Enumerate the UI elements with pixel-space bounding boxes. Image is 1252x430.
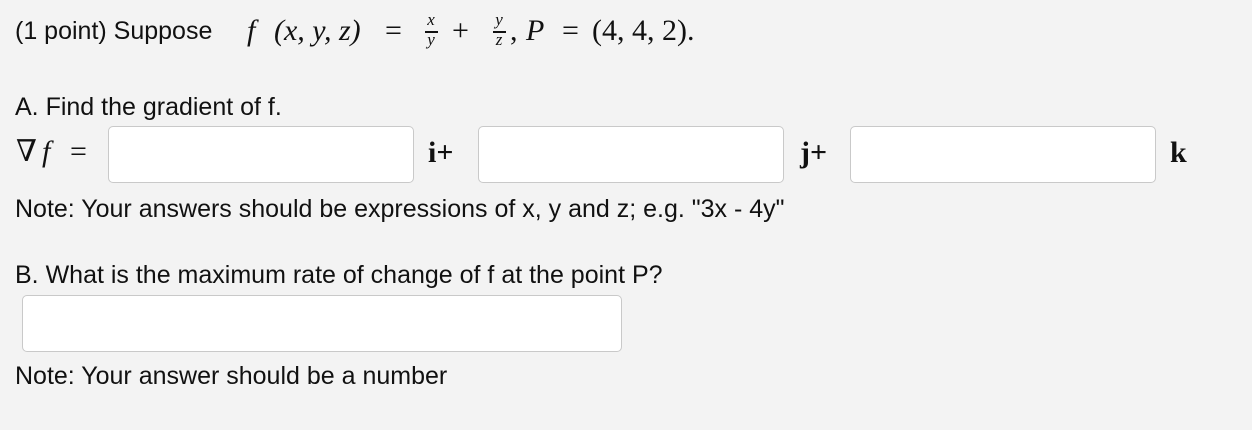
- problem-prefix: (1 point) Suppose: [15, 17, 213, 45]
- nabla-symbol: ∇: [16, 135, 37, 168]
- function-equals: =: [385, 14, 402, 47]
- part-a-note: Note: Your answers should be expressions…: [15, 195, 785, 223]
- problem-statement: (1 point) Suppose f (x, y, z) = x y + y …: [15, 10, 735, 58]
- function-args: (x, y, z): [274, 14, 361, 47]
- fraction-1-numerator: x: [427, 10, 435, 29]
- point-value: (4, 4, 2).: [592, 14, 695, 47]
- point-name: P: [526, 14, 545, 47]
- part-b-note: Note: Your answer should be a number: [15, 362, 448, 390]
- gradient-row: ∇ f = i+ j+ k: [0, 124, 1252, 188]
- part-b-heading: B. What is the maximum rate of change of…: [15, 261, 663, 289]
- plus-sign: +: [452, 14, 469, 47]
- point-comma: ,: [510, 14, 518, 47]
- gradient-j-input[interactable]: [478, 126, 784, 183]
- part-a-heading: A. Find the gradient of f.: [15, 93, 282, 121]
- gradient-i-input[interactable]: [108, 126, 414, 183]
- point-equals: =: [562, 14, 579, 47]
- gradient-k-input[interactable]: [850, 126, 1156, 183]
- unit-vector-j-label: j+: [800, 136, 828, 169]
- unit-vector-k-label: k: [1170, 136, 1187, 169]
- fraction-2-denominator: z: [495, 30, 503, 49]
- fraction-1-denominator: y: [427, 30, 435, 49]
- fraction-2-numerator: y: [495, 10, 503, 29]
- gradient-equals: =: [70, 135, 87, 168]
- unit-vector-i-label: i+: [428, 136, 454, 169]
- gradient-f: f: [42, 135, 51, 168]
- max-rate-input[interactable]: [22, 295, 622, 352]
- function-name: f: [247, 14, 256, 47]
